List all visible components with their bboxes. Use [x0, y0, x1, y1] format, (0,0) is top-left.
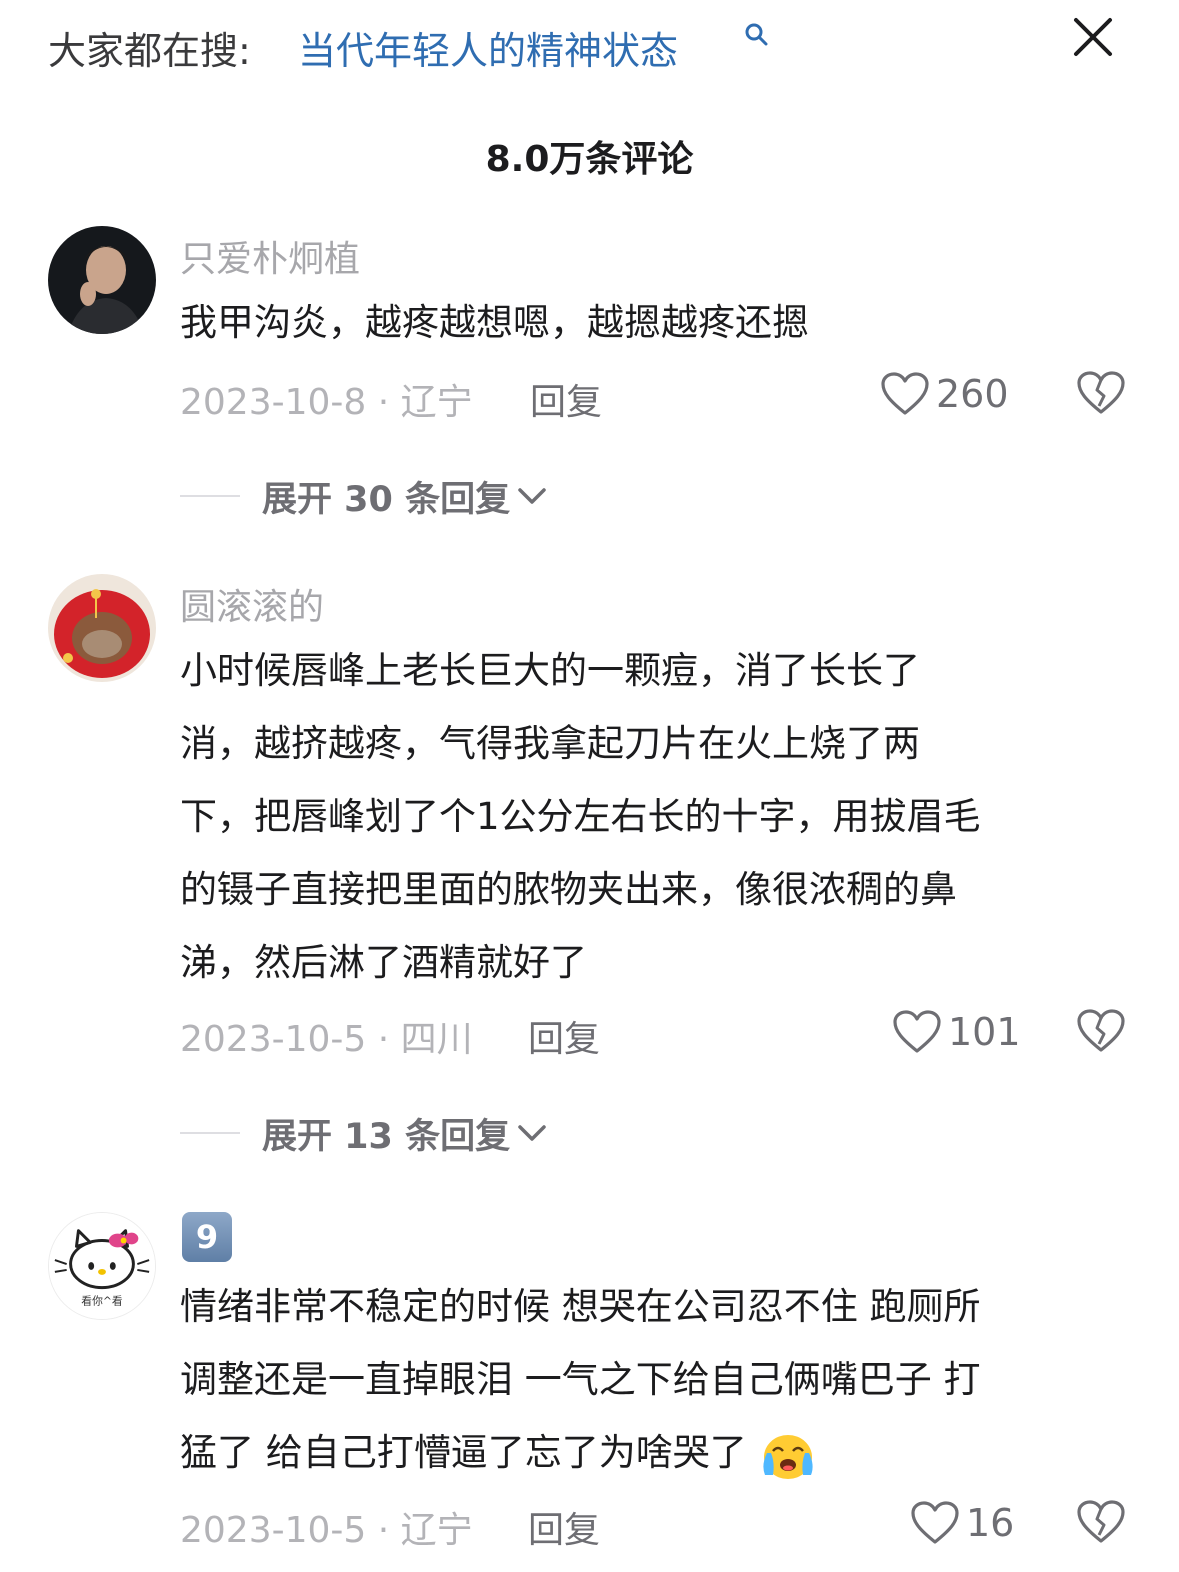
broken-heart-icon[interactable] — [1076, 1006, 1126, 1056]
avatar-caption: 看你^看 — [81, 1294, 123, 1307]
reply-button[interactable]: 回复 — [528, 1010, 600, 1062]
comment-line: 小时候唇峰上老长巨大的一颗痘，消了长长了 — [180, 649, 920, 692]
heart-outline-icon — [893, 1010, 941, 1053]
like-button[interactable]: 260 — [880, 368, 1009, 420]
like-count: 16 — [966, 1501, 1015, 1545]
comment-line: 情绪非常不稳定的时候 想哭在公司忍不住 跑厕所 — [180, 1285, 981, 1328]
chevron-down-icon — [518, 488, 546, 504]
expand-replies-label: 展开 30 条回复 — [262, 479, 511, 520]
heart-outline-icon — [881, 372, 929, 415]
divider — [180, 1132, 240, 1134]
comment-meta: 2023-10-5 · 四川 — [180, 1019, 473, 1060]
username[interactable]: 圆滚滚的 — [180, 578, 324, 630]
comment-meta: 2023-10-5 · 辽宁 — [180, 1510, 473, 1551]
reply-button[interactable]: 回复 — [530, 373, 602, 425]
chevron-down-icon — [518, 1125, 546, 1141]
comment-line: 下，把唇峰划了个1公分左右长的十字，用拔眉毛 — [180, 795, 981, 838]
close-icon[interactable] — [1066, 10, 1120, 64]
comment-meta: 2023-10-8 · 辽宁 — [180, 382, 473, 423]
comment-text: 我甲沟炎，越疼越想嗯，越摁越疼还摁 — [180, 301, 809, 344]
username[interactable]: 只爱朴炯植 — [180, 230, 360, 282]
avatar[interactable] — [48, 574, 156, 682]
reply-button[interactable]: 回复 — [528, 1501, 600, 1553]
search-icon[interactable] — [744, 22, 770, 48]
avatar[interactable] — [48, 226, 156, 334]
expand-replies-label: 展开 13 条回复 — [262, 1116, 511, 1157]
search-term-link[interactable]: 当代年轻人的精神状态 — [298, 20, 678, 75]
comment-line: 涕，然后淋了酒精就好了 — [180, 941, 587, 984]
expand-replies-button[interactable]: 展开 30 条回复 — [180, 471, 548, 521]
comment-count-title: 8.0万条评论 — [485, 139, 694, 180]
top-bar: 大家都在搜: 当代年轻人的精神状态 — [0, 0, 1179, 100]
broken-heart-icon[interactable] — [1076, 1497, 1126, 1547]
avatar[interactable]: 看你^看 — [48, 1212, 156, 1320]
comment-line: 的镊子直接把里面的脓物夹出来，像很浓稠的鼻 — [180, 868, 957, 911]
like-button[interactable]: 101 — [892, 1006, 1021, 1058]
like-button[interactable]: 16 — [910, 1497, 1014, 1549]
like-count: 260 — [936, 372, 1009, 416]
comment-line: 消，越挤越疼，气得我拿起刀片在火上烧了两 — [180, 722, 920, 765]
comment-line: 调整还是一直掉眼泪 一气之下给自己俩嘴巴子 打 — [180, 1358, 981, 1401]
comment-line: 猛了 给自己打懵逼了忘了为啥哭了 — [180, 1431, 747, 1474]
search-prefix: 大家都在搜: — [48, 29, 251, 73]
heart-outline-icon — [911, 1501, 959, 1544]
like-count: 101 — [948, 1010, 1021, 1054]
comment-line-with-emoji: 猛了 给自己打懵逼了忘了为啥哭了 — [180, 1416, 1140, 1489]
broken-heart-icon[interactable] — [1076, 368, 1126, 418]
comment-text: 情绪非常不稳定的时候 想哭在公司忍不住 跑厕所 调整还是一直掉眼泪 一气之下给自… — [180, 1270, 1140, 1489]
comment-text: 小时候唇峰上老长巨大的一颗痘，消了长长了 消，越挤越疼，气得我拿起刀片在火上烧了… — [180, 634, 1140, 999]
crying-face-icon — [762, 1434, 813, 1479]
username-badge[interactable]: 9 — [182, 1212, 232, 1262]
divider — [180, 495, 240, 497]
expand-replies-button[interactable]: 展开 13 条回复 — [180, 1108, 548, 1158]
